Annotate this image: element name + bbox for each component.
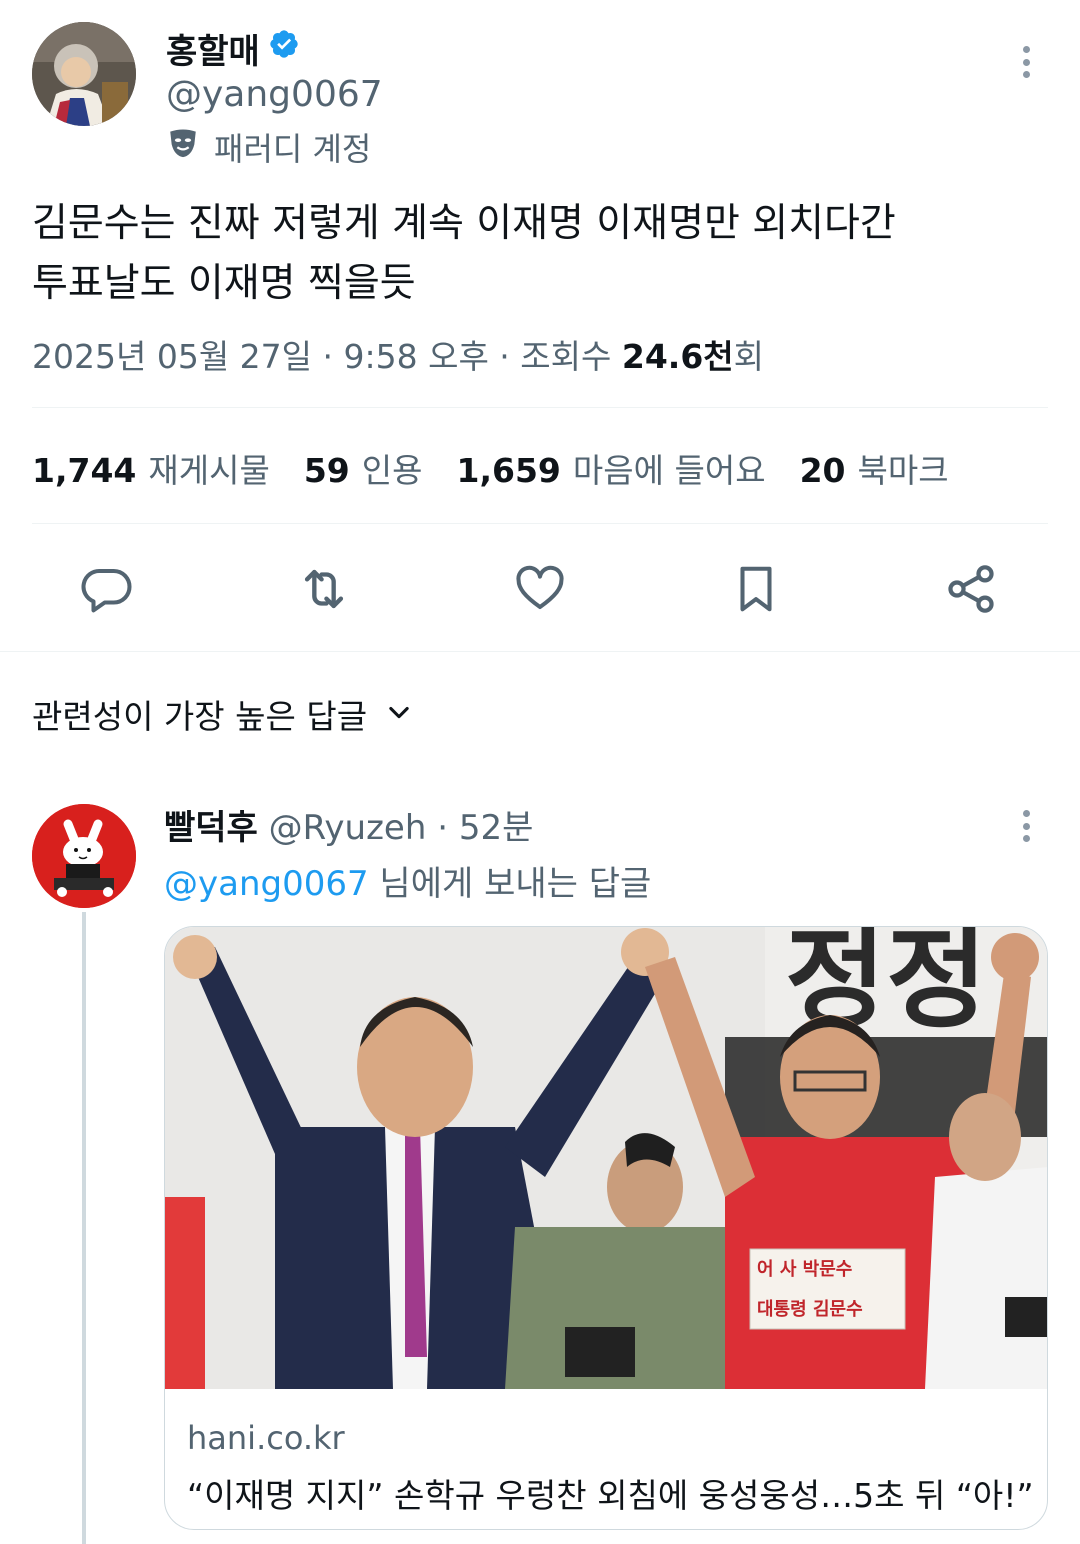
like-icon[interactable] [505,554,575,624]
stat-likes[interactable]: 1,659 마음에 들어요 [457,444,766,492]
sign-line-1: 어 사 박문수 [757,1259,852,1280]
view-count-suffix: 회 [733,337,765,376]
reply-sort-dropdown[interactable]: 관련성이 가장 높은 답글 [32,690,413,738]
replying-to: @yang0067 님에게 보내는 답글 [164,856,651,905]
sign-line-2: 대통령 김문수 [757,1299,863,1320]
reply-sort-label: 관련성이 가장 높은 답글 [32,697,368,736]
tweet-text-line-1: 김문수는 진짜 저렇게 계속 이재명 이재명만 외치다간 [32,201,896,246]
divider [32,407,1048,408]
bookmark-icon[interactable] [721,554,791,624]
tweet-action-bar [0,554,1080,624]
reply-author-avatar[interactable] [32,804,136,908]
link-domain: hani.co.kr [187,1419,345,1457]
reply-icon[interactable] [72,554,142,624]
author-avatar[interactable] [32,22,136,126]
link-preview-card[interactable]: 정정 어 사 박문수 대통령 김문수 hani.co.kr “이재명 지지” 손… [164,926,1048,1530]
chevron-down-icon [385,695,413,734]
link-title: “이재명 지지” 손학규 우렁찬 외침에 웅성웅성…5초 뒤 “아!” [187,1476,1034,1515]
parody-label: 패러디 계정 [166,124,371,170]
stat-reposts[interactable]: 1,744 재게시물 [32,444,270,492]
share-icon[interactable] [936,554,1006,624]
link-preview-image: 정정 어 사 박문수 대통령 김문수 [165,927,1047,1389]
retweet-icon[interactable] [289,554,359,624]
parody-label-text: 패러디 계정 [214,130,372,168]
reply-header: 빨덕후 @Ryuzeh · 52분 [164,800,533,849]
reply-more-options-icon[interactable] [1016,806,1036,846]
more-options-icon[interactable] [1016,42,1036,82]
reply-author-name[interactable]: 빨덕후 [164,808,258,848]
tweet-meta: 2025년 05월 27일 · 9:58 오후 · 조회수 24.6천회 [32,330,764,378]
tweet-timestamp[interactable]: 2025년 05월 27일 · 9:58 오후 · 조회수 [32,337,622,376]
stat-bookmarks[interactable]: 20 북마크 [800,444,949,492]
section-divider [0,651,1080,652]
reply-mention-link[interactable]: @yang0067 [164,864,369,904]
thread-line [82,912,86,1544]
divider [32,523,1048,524]
engagement-stats: 1,744 재게시물 59 인용 1,659 마음에 들어요 20 북마크 [32,444,949,492]
author-name[interactable]: 홍할매 [166,24,300,73]
tweet-text: 김문수는 진짜 저렇게 계속 이재명 이재명만 외치다간 투표날도 이재명 찍을… [32,194,1042,314]
tweet-text-line-2: 투표날도 이재명 찍을듯 [32,261,416,306]
parody-mask-icon [166,126,200,168]
author-display-name[interactable]: 홍할매 [166,24,260,73]
author-handle[interactable]: @yang0067 [166,74,383,115]
reply-to-suffix: 님에게 보내는 답글 [368,864,652,904]
view-count: 24.6천 [621,337,734,376]
stat-quotes[interactable]: 59 인용 [304,444,423,492]
verified-badge-icon[interactable] [268,28,300,69]
reply-handle-time[interactable]: @Ryuzeh · 52분 [258,808,534,848]
